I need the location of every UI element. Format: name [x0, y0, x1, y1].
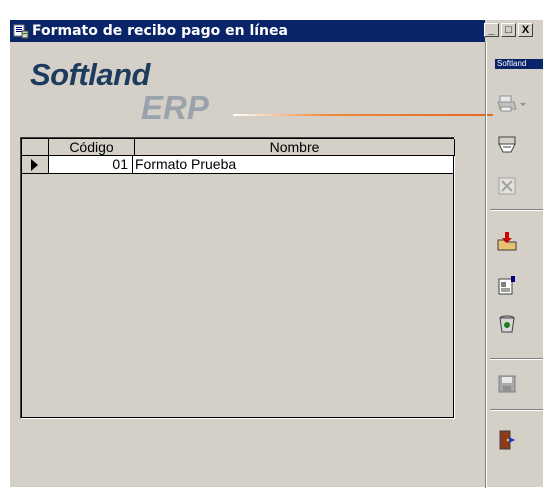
print-icon[interactable]	[495, 92, 519, 116]
column-header-codigo[interactable]: Código	[49, 139, 135, 156]
current-row-arrow-icon	[31, 159, 38, 171]
toolbar-divider	[485, 42, 487, 488]
brand-name: Softland	[30, 57, 151, 92]
app-icon	[13, 24, 29, 39]
main-window: Formato de recibo pago en línea _ □ X So…	[9, 19, 543, 488]
table-row[interactable]: 01 Formato Prueba	[22, 156, 453, 174]
maximize-button[interactable]: □	[501, 23, 516, 37]
cell-codigo[interactable]: 01	[49, 156, 133, 173]
exit-icon[interactable]	[495, 428, 519, 452]
row-indicator	[22, 156, 49, 173]
excel-icon[interactable]	[495, 174, 519, 198]
minimize-button[interactable]: _	[484, 23, 499, 37]
cell-nombre[interactable]: Formato Prueba	[135, 156, 236, 173]
brand-product: ERP	[141, 89, 209, 126]
close-button[interactable]: X	[518, 23, 533, 37]
preview-icon[interactable]	[495, 133, 519, 157]
column-header-nombre[interactable]: Nombre	[135, 139, 455, 156]
import-icon[interactable]	[495, 230, 519, 254]
records-grid[interactable]: Código Nombre 01 Formato Prueba	[20, 137, 455, 419]
brand-underline	[233, 114, 493, 116]
save-icon[interactable]	[495, 372, 519, 396]
grid-corner-header	[22, 139, 49, 156]
delete-icon[interactable]	[495, 312, 519, 336]
window-title: Formato de recibo pago en línea	[32, 23, 288, 39]
grid-body: Código Nombre 01 Formato Prueba	[21, 138, 455, 418]
title-bar[interactable]: Formato de recibo pago en línea	[10, 20, 485, 42]
toolbar-separator-3	[490, 409, 543, 411]
toolbar-separator-1	[490, 209, 543, 211]
toolbar-separator-2	[490, 358, 543, 360]
brand-tag: Softland	[495, 59, 543, 69]
dropdown-icon[interactable]	[517, 92, 529, 116]
properties-icon[interactable]	[495, 273, 519, 297]
